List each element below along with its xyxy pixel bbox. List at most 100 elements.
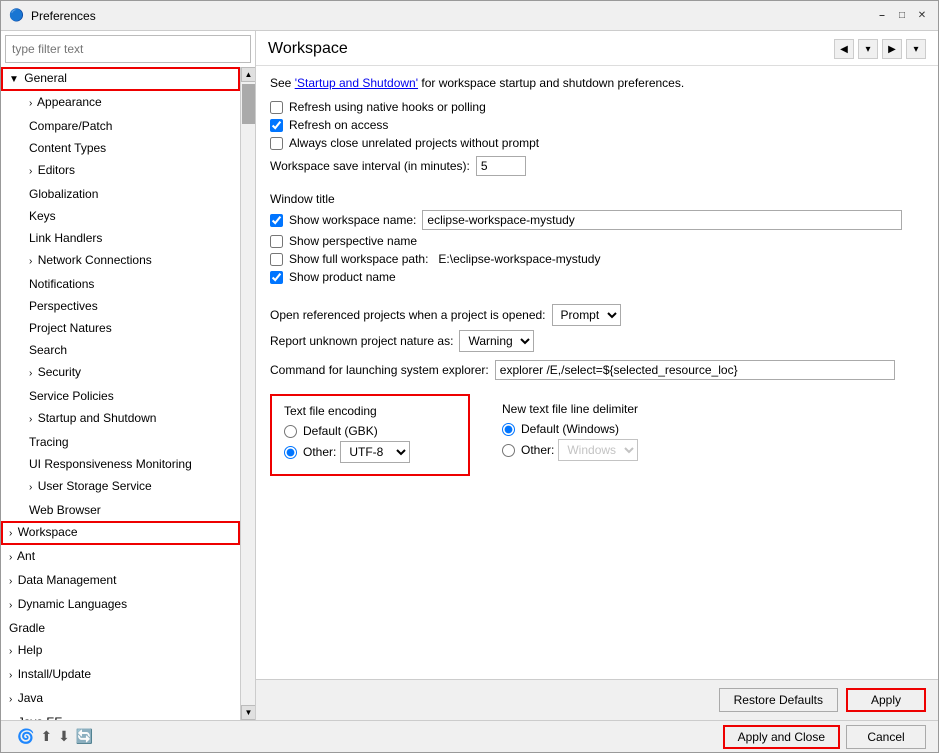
nav-forward-dropdown-button[interactable]: ▾ [906,39,926,59]
gradle-label: Gradle [9,621,45,635]
close-unrelated-checkbox[interactable] [270,137,283,150]
workspace-name-input[interactable] [422,210,902,230]
save-interval-input[interactable] [476,156,526,176]
encoding-title: Text file encoding [284,404,456,418]
scroll-thumb[interactable] [242,84,255,124]
sidebar-item-gradle[interactable]: Gradle [1,617,240,639]
encoding-default-gbk-radio[interactable] [284,425,297,438]
sidebar-scrollbar[interactable]: ▲ ▼ [240,67,255,720]
scroll-up[interactable]: ▲ [241,67,255,82]
content-types-label: Content Types [29,141,106,155]
scroll-track [241,82,255,705]
sidebar-item-content-types[interactable]: Content Types [1,137,240,159]
startup-shutdown-link[interactable]: 'Startup and Shutdown' [295,76,418,90]
java-label: Java [18,691,43,705]
java-arrow: › [9,694,12,705]
sidebar-item-notifications[interactable]: Notifications [1,273,240,295]
link-handlers-label: Link Handlers [29,231,102,245]
bottom-icon-2[interactable]: ⬆ [40,728,52,745]
sidebar-item-workspace[interactable]: › Workspace [1,521,240,545]
line-delimiter-other-radio[interactable] [502,444,515,457]
description-pre: See [270,76,295,90]
sidebar-item-tracing[interactable]: Tracing [1,431,240,453]
full-path-value: E:\eclipse-workspace-mystudy [438,252,600,266]
data-mgmt-arrow: › [9,576,12,587]
show-perspective-name-checkbox[interactable] [270,235,283,248]
keys-label: Keys [29,209,56,223]
security-arrow: › [29,368,32,379]
sidebar-item-globalization[interactable]: Globalization [1,183,240,205]
sidebar-item-java-ee[interactable]: › Java EE [1,711,240,720]
refresh-native-checkbox[interactable] [270,101,283,114]
sidebar-item-editors[interactable]: › Editors [1,159,240,183]
title-bar-buttons: ⎯ □ ✕ [874,8,930,24]
sidebar-item-help[interactable]: › Help [1,639,240,663]
scroll-down[interactable]: ▼ [241,705,255,720]
bottom-icon-4[interactable]: 🔄 [76,728,93,745]
line-delimiter-default-radio[interactable] [502,423,515,436]
sidebar-inner: ▼ General › Appearance Compare/Patch Con… [1,67,255,720]
sidebar-item-service-policies[interactable]: Service Policies [1,385,240,407]
cancel-button[interactable]: Cancel [846,725,926,749]
sidebar-item-startup-shutdown[interactable]: › Startup and Shutdown [1,407,240,431]
line-delimiter-title: New text file line delimiter [502,402,678,416]
filter-input[interactable] [5,35,251,63]
install-arrow: › [9,670,12,681]
sidebar-item-java[interactable]: › Java [1,687,240,711]
restore-defaults-button[interactable]: Restore Defaults [719,688,838,712]
preferences-window: 🔵 Preferences ⎯ □ ✕ ▼ General › [0,0,939,753]
show-product-name-checkbox[interactable] [270,271,283,284]
apply-button[interactable]: Apply [846,688,926,712]
nav-back-button[interactable]: ◀ [834,39,854,59]
sidebar-item-ui-responsiveness[interactable]: UI Responsiveness Monitoring [1,453,240,475]
panel-body: See 'Startup and Shutdown' for workspace… [256,66,938,679]
ui-responsiveness-label: UI Responsiveness Monitoring [29,457,192,471]
sidebar-item-appearance[interactable]: › Appearance [1,91,240,115]
show-workspace-name-checkbox[interactable] [270,214,283,227]
sidebar-item-user-storage[interactable]: › User Storage Service [1,475,240,499]
save-interval-label: Workspace save interval (in minutes): [270,159,470,173]
sidebar-item-security[interactable]: › Security [1,361,240,385]
sidebar-item-keys[interactable]: Keys [1,205,240,227]
workspace-arrow: › [9,528,12,539]
sidebar-item-install-update[interactable]: › Install/Update [1,663,240,687]
encoding-other-row: Other: UTF-8 UTF-16 ISO-8859-1 [284,441,456,463]
report-unknown-select[interactable]: Warning Error Ignore [459,330,534,352]
help-arrow: › [9,646,12,657]
sidebar-item-dynamic-languages[interactable]: › Dynamic Languages [1,593,240,617]
bottom-icon-3[interactable]: ⬇ [58,728,70,745]
close-unrelated-row: Always close unrelated projects without … [270,136,924,150]
sidebar-item-network-connections[interactable]: › Network Connections [1,249,240,273]
bottom-icon-1[interactable]: 🌀 [17,728,34,745]
sidebar-item-project-natures[interactable]: Project Natures [1,317,240,339]
web-browser-label: Web Browser [29,503,101,517]
sidebar-item-ant[interactable]: › Ant [1,545,240,569]
close-button[interactable]: ✕ [914,8,930,24]
command-input[interactable] [495,360,895,380]
open-referenced-select[interactable]: Prompt Always Never [552,304,621,326]
sidebar-item-link-handlers[interactable]: Link Handlers [1,227,240,249]
sidebar-item-compare-patch[interactable]: Compare/Patch [1,115,240,137]
minimize-button[interactable]: ⎯ [874,8,890,24]
sidebar-item-data-management[interactable]: › Data Management [1,569,240,593]
nav-dropdown-button[interactable]: ▾ [858,39,878,59]
close-unrelated-label: Always close unrelated projects without … [289,136,539,150]
maximize-button[interactable]: □ [894,8,910,24]
sidebar-item-web-browser[interactable]: Web Browser [1,499,240,521]
show-full-path-checkbox[interactable] [270,253,283,266]
sidebar-item-search[interactable]: Search [1,339,240,361]
encoding-other-radio[interactable] [284,446,297,459]
refresh-access-checkbox[interactable] [270,119,283,132]
apply-and-close-button[interactable]: Apply and Close [723,725,840,749]
nav-forward-button[interactable]: ▶ [882,39,902,59]
search-label: Search [29,343,67,357]
sidebar: ▼ General › Appearance Compare/Patch Con… [1,31,256,720]
sidebar-item-general[interactable]: ▼ General [1,67,240,91]
line-delimiter-other-select[interactable]: Windows Unix Mac [558,439,638,461]
app-icon: 🔵 [9,8,25,24]
network-arrow: › [29,256,32,267]
description-post: for workspace startup and shutdown prefe… [418,76,684,90]
sidebar-item-perspectives[interactable]: Perspectives [1,295,240,317]
project-natures-label: Project Natures [29,321,112,335]
encoding-other-select[interactable]: UTF-8 UTF-16 ISO-8859-1 [340,441,410,463]
